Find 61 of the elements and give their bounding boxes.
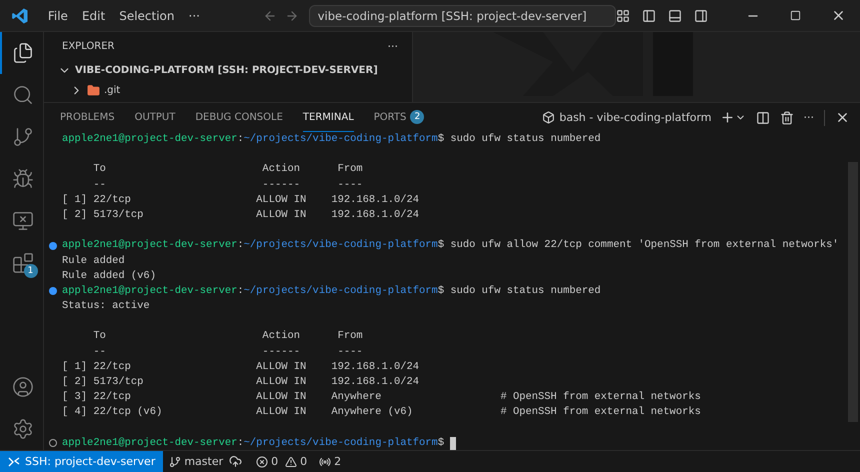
command-status-icon[interactable]: [49, 439, 57, 448]
ports-indicator[interactable]: 2: [313, 455, 348, 468]
terminal-output: [ 2] 5173/tcp ALLOW IN 192.168.1.0/24: [62, 375, 420, 390]
folder-icon: [87, 84, 100, 96]
trash-icon[interactable]: [780, 110, 794, 124]
terminal-prompt: apple2ne1@project-dev-server:~/projects/vibe-coding-platform$ sudo ufw status numbered: [62, 284, 601, 299]
terminal-output: Rule added: [62, 254, 125, 268]
terminal-prompt: apple2ne1@project-dev-server:~/projects/vibe-coding-platform$ sudo ufw allow 22/tcp comment 'OpenSSH from external networks': [62, 238, 839, 254]
remote-indicator[interactable]: SSH: project-dev-server: [0, 450, 164, 472]
panel-tab[interactable]: OUTPUT: [134, 103, 176, 132]
split-terminal-icon[interactable]: [756, 110, 770, 124]
extensions-icon[interactable]: [12, 252, 34, 274]
sidebar-toggle-icon[interactable]: [642, 8, 656, 22]
search-icon[interactable]: [12, 84, 34, 106]
explorer-icon[interactable]: [12, 42, 34, 64]
debug-icon[interactable]: [12, 168, 34, 190]
terminal-output: [ 3] 22/tcp ALLOW IN Anywhere # OpenSSH from external networks: [62, 390, 701, 406]
panel-tab[interactable]: TERMINAL: [302, 103, 354, 132]
terminal-output: [ 1] 22/tcp ALLOW IN 192.168.1.0/24: [62, 360, 420, 375]
panel-tab[interactable]: PORTS 2: [374, 103, 424, 132]
cloud-upload-icon[interactable]: [229, 455, 242, 468]
close-icon[interactable]: [835, 110, 850, 125]
branch-indicator[interactable]: master: [163, 455, 230, 468]
count-badge: 2: [410, 110, 424, 124]
terminal-output: Status: active: [62, 299, 150, 314]
terminal-prompt: apple2ne1@project-dev-server:~/projects/vibe-coding-platform$ sudo ufw status numbered: [62, 132, 601, 147]
workspace-folder-label[interactable]: VIBE-CODING-PLATFORM [SSH: PROJECT-DEV-SERVER]: [75, 64, 378, 76]
remote-icon[interactable]: [12, 210, 34, 232]
secondary-sidebar-icon[interactable]: [694, 8, 708, 22]
terminal-prompt: apple2ne1@project-dev-server:~/projects/vibe-coding-platform$: [62, 436, 444, 451]
terminal-output: [ 4] 22/tcp (v6) ALLOW IN Anywhere (v6) # OpenSSH from external networks: [62, 405, 701, 420]
menu-item[interactable]: Selection: [112, 8, 182, 22]
more-actions[interactable]: ···: [804, 111, 814, 124]
command-status-icon[interactable]: [49, 242, 57, 250]
new-terminal-icon[interactable]: [720, 110, 734, 125]
terminal-output: -- ------ ----: [92, 178, 363, 193]
terminal-output: To Action From: [92, 329, 363, 344]
source-control-icon[interactable]: [12, 126, 34, 148]
panel-toggle-icon[interactable]: [668, 8, 682, 22]
terminal-output: Rule added (v6): [62, 268, 156, 284]
tree-item[interactable]: .git: [104, 84, 120, 96]
panel-tab[interactable]: DEBUG CONSOLE: [195, 103, 283, 132]
more-actions[interactable]: ···: [388, 40, 398, 52]
terminal-name[interactable]: bash - vibe-coding-platform: [559, 111, 712, 124]
menu-item[interactable]: File: [40, 8, 75, 22]
notification-badge: 1: [24, 264, 38, 278]
terminal-output: To Action From: [92, 162, 363, 178]
menu-item[interactable]: Edit: [74, 8, 112, 22]
command-center[interactable]: vibe-coding-platform [SSH: project-dev-server]: [308, 4, 616, 26]
terminal-output: [ 2] 5173/tcp ALLOW IN 192.168.1.0/24: [62, 208, 420, 223]
terminal-output: [ 1] 22/tcp ALLOW IN 192.168.1.0/24: [62, 192, 420, 208]
remote-icon: [8, 456, 20, 466]
panel-tab[interactable]: PROBLEMS: [60, 103, 115, 132]
problems-indicator[interactable]: 0 0: [250, 455, 314, 468]
activity-item[interactable]: 1: [0, 242, 44, 284]
command-status-icon[interactable]: [49, 287, 57, 296]
terminal-output: -- ------ ----: [92, 344, 363, 360]
layout-icon[interactable]: [616, 8, 630, 22]
menu-item[interactable]: ···: [182, 8, 207, 22]
terminal-shell-icon: [542, 111, 556, 124]
sidebar-title: EXPLORER: [62, 40, 114, 52]
